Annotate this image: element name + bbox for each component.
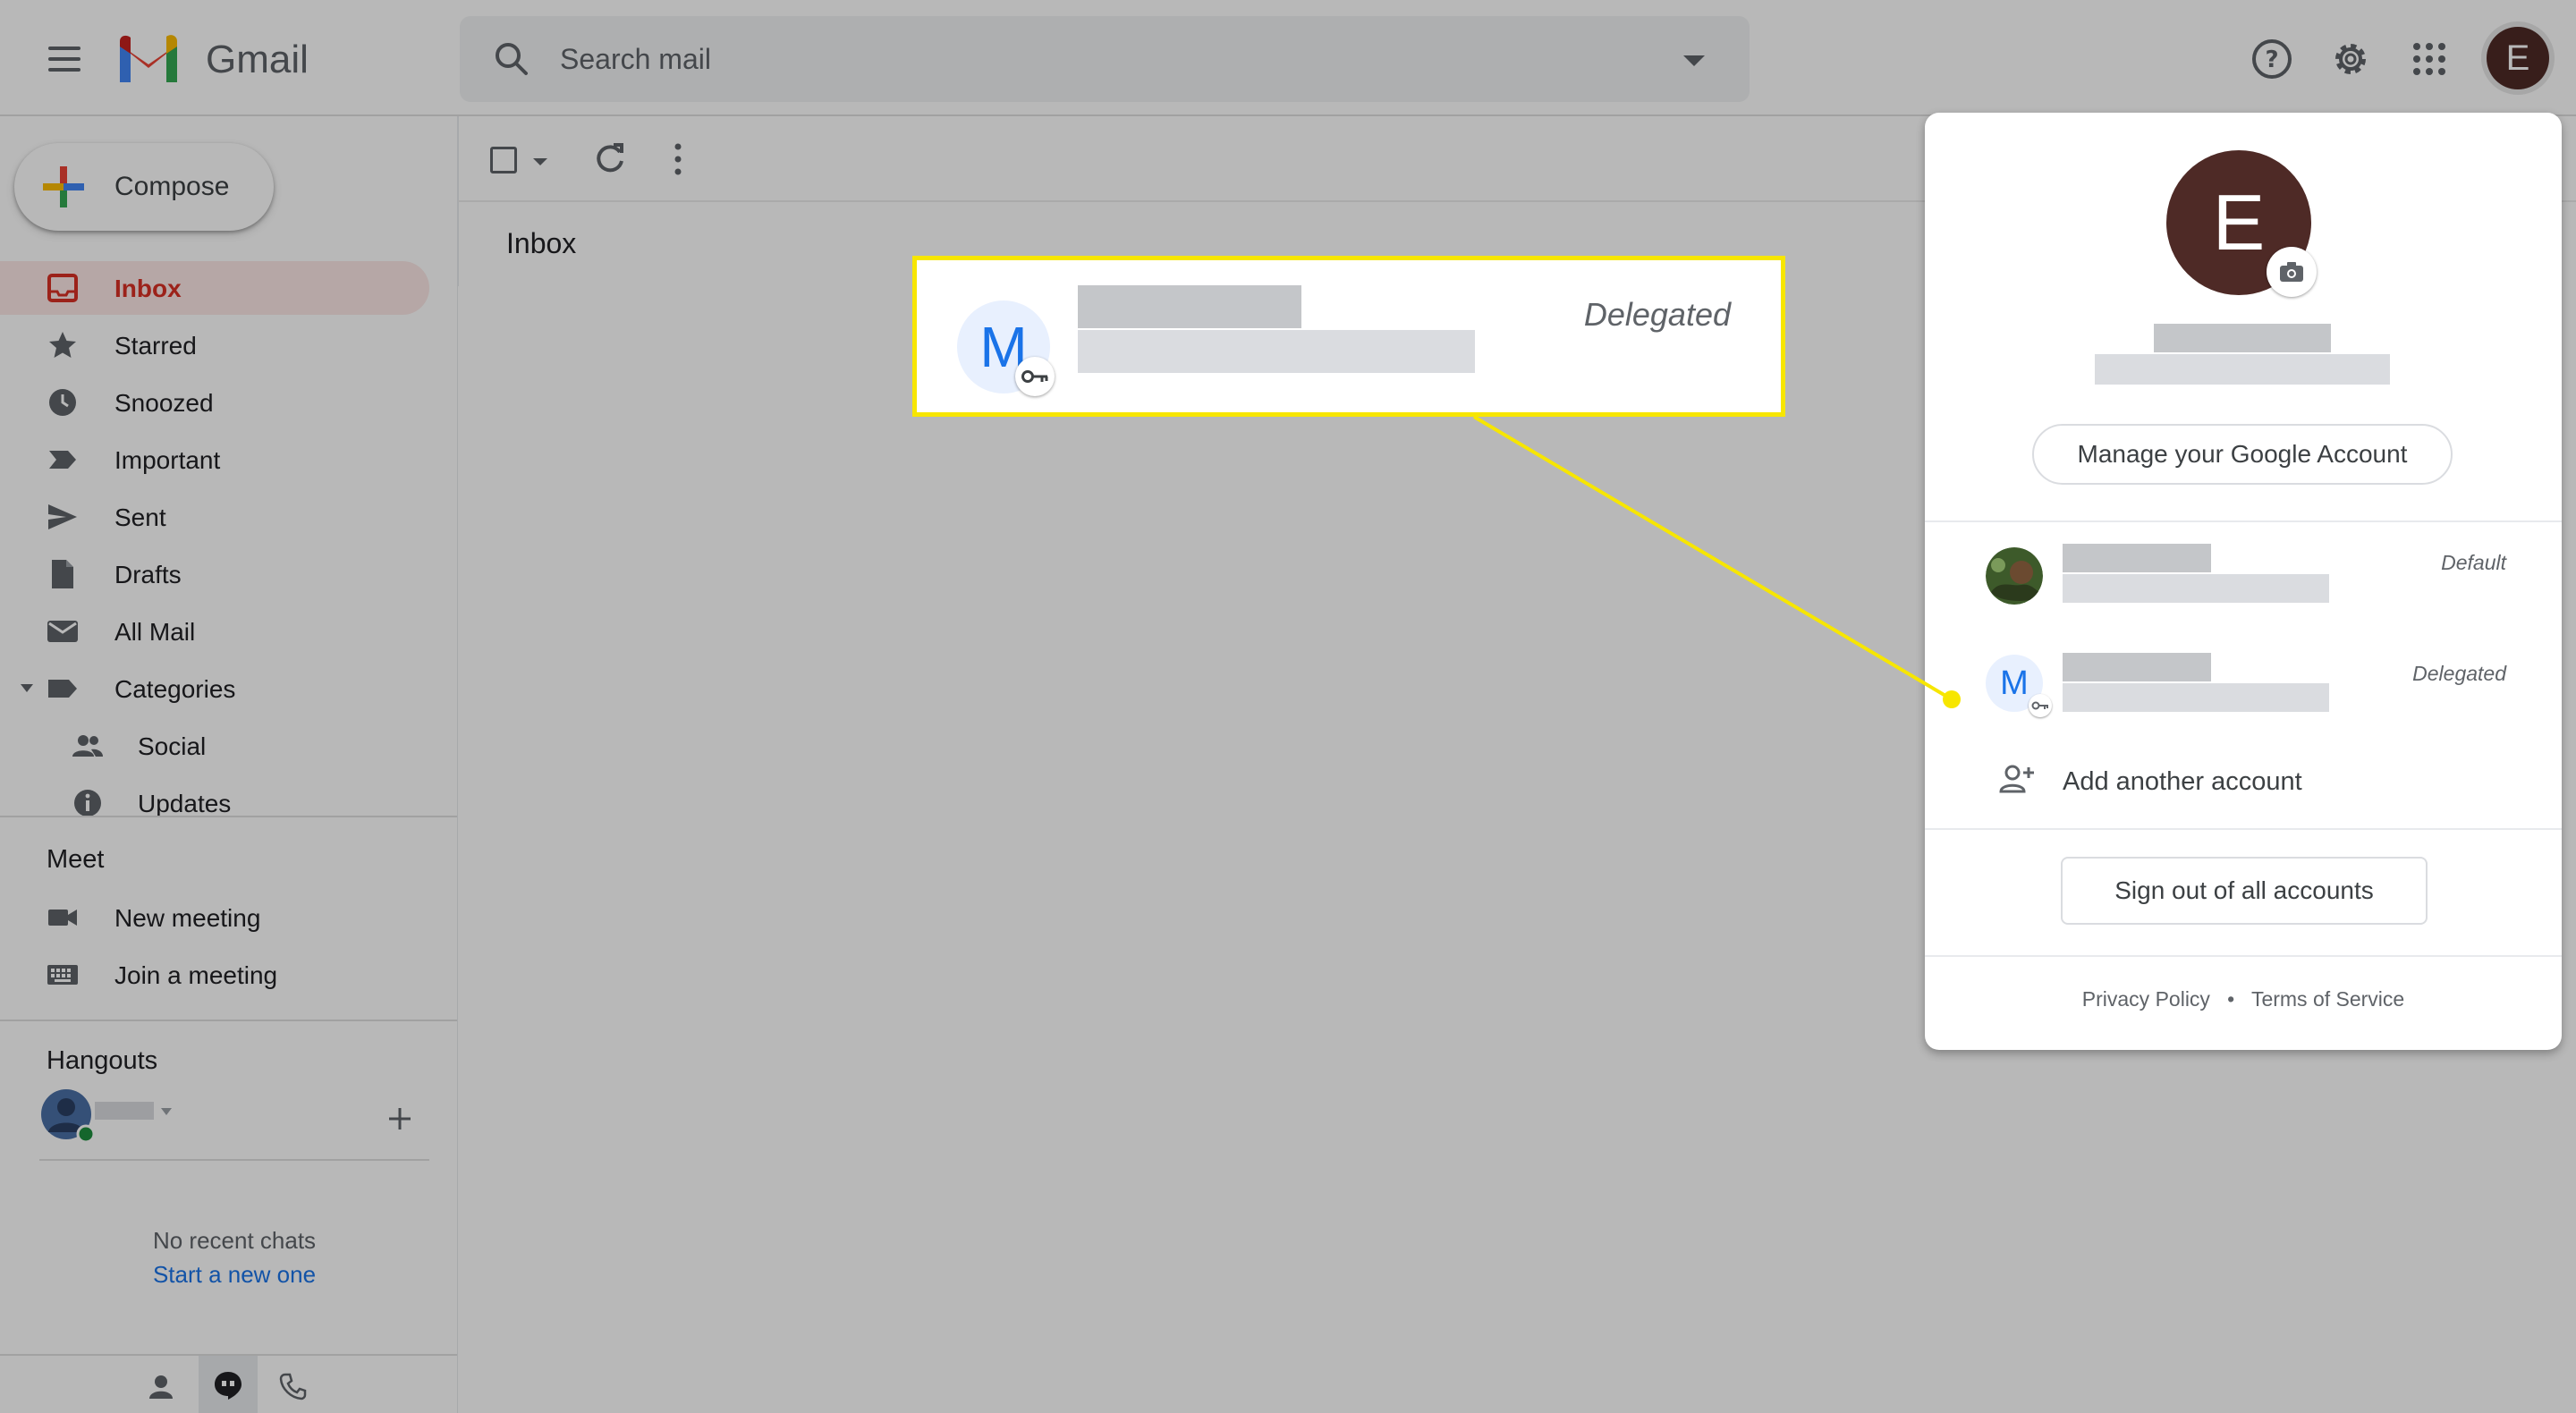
account-row-delegated[interactable]: M Delegated (1925, 644, 2562, 751)
delegated-key-badge (2029, 694, 2052, 717)
account-menu-divider (1925, 520, 2562, 522)
manage-account-button[interactable]: Manage your Google Account (2032, 424, 2453, 485)
account-row-default[interactable]: Default (1925, 529, 2562, 637)
add-person-icon (1999, 765, 2034, 793)
terms-of-service-link[interactable]: Terms of Service (2251, 987, 2404, 1011)
account-photo-avatar (1986, 547, 2043, 605)
account-name-blurred (2063, 544, 2211, 572)
change-photo-button[interactable] (2267, 247, 2317, 297)
sign-out-button[interactable]: Sign out of all accounts (2061, 857, 2428, 925)
footer-separator: • (2227, 987, 2235, 1011)
callout-name-blurred (1078, 285, 1301, 328)
callout-delegated-tag: Delegated (1583, 296, 1731, 333)
account-email-blurred (2063, 574, 2329, 603)
account-menu-divider (1925, 828, 2562, 830)
default-account-tag: Default (2441, 551, 2506, 574)
delegated-account-tag: Delegated (2412, 662, 2506, 685)
account-email-blurred (2095, 354, 2390, 385)
privacy-policy-link[interactable]: Privacy Policy (2082, 987, 2210, 1011)
account-menu-footer: Privacy Policy • Terms of Service (1925, 987, 2562, 1011)
callout-email-blurred (1078, 330, 1475, 373)
delegated-account-callout: M Delegated (912, 256, 1785, 417)
account-email-blurred (2063, 683, 2329, 712)
account-name-blurred (2154, 324, 2331, 352)
account-name-blurred (2063, 653, 2211, 681)
account-menu-divider (1925, 955, 2562, 957)
key-icon (2031, 701, 2048, 710)
key-icon (1021, 370, 1048, 383)
account-menu: E Manage your Google Account Default M D… (1925, 113, 2562, 1050)
callout-key-badge (1015, 357, 1055, 396)
add-another-account-link[interactable]: Add another account (2063, 767, 2302, 797)
camera-icon (2280, 262, 2303, 282)
